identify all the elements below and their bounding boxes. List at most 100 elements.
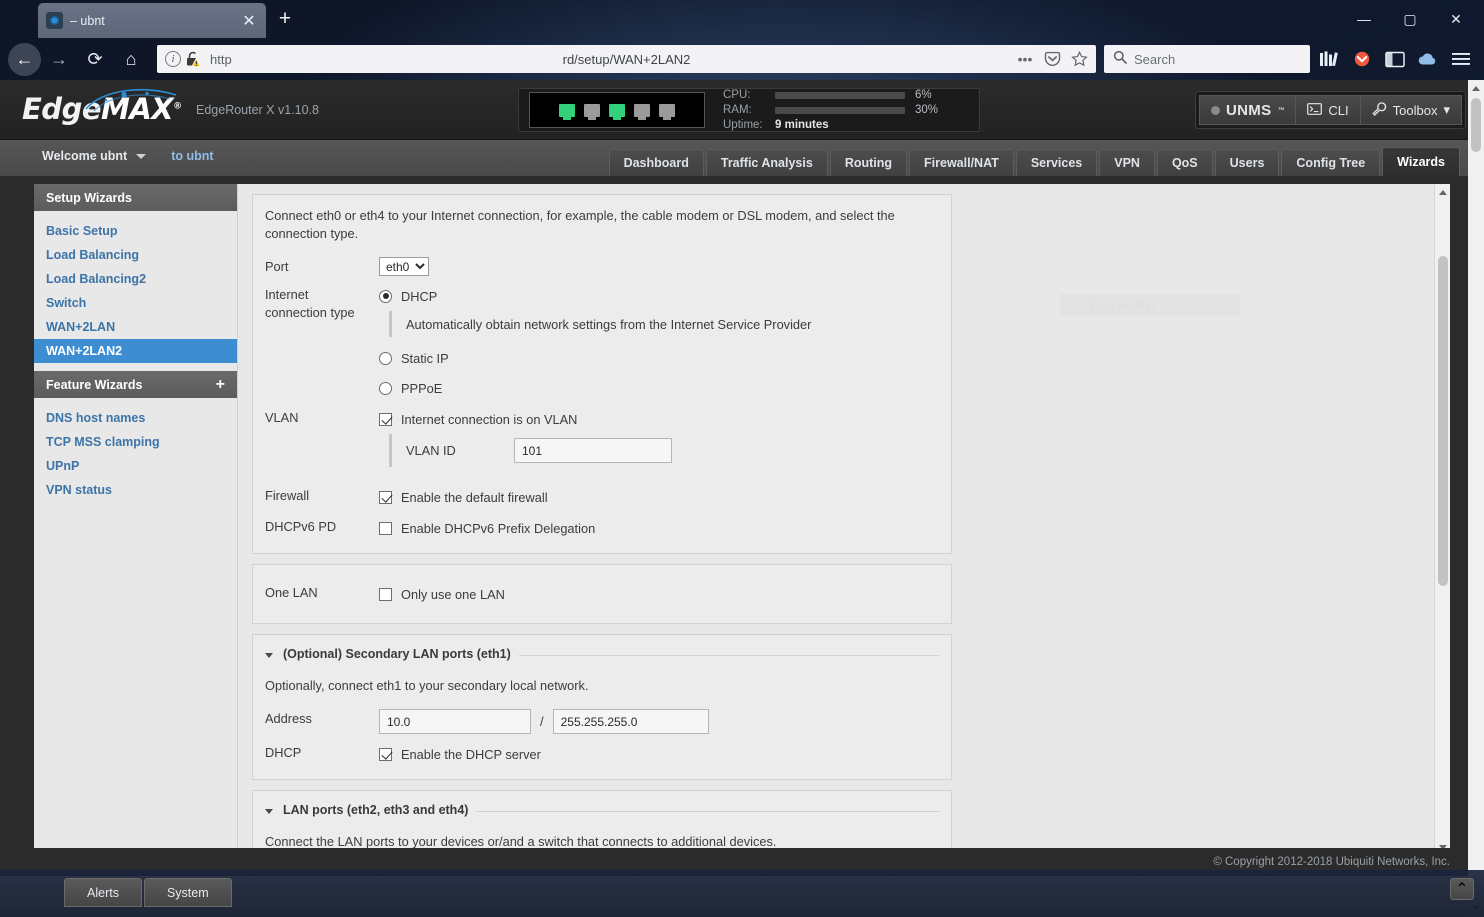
alerts-button[interactable]: Alerts <box>64 878 142 907</box>
address-bar[interactable]: http rd/setup/WAN+2LAN2 ••• <box>157 45 1096 73</box>
browser-tab[interactable]: – ubnt ✕ <box>38 3 266 38</box>
tab-routing[interactable]: Routing <box>829 149 908 176</box>
sidebar-feature-tcp-mss-clamping[interactable]: TCP MSS clamping <box>34 430 237 454</box>
insecure-lock-warning-icon[interactable] <box>186 51 202 68</box>
collapse-triangle-icon[interactable] <box>265 652 273 658</box>
secondary-lan-section: (Optional) Secondary LAN ports (eth1) Op… <box>252 634 952 780</box>
unms-button[interactable]: UNMS ™ <box>1199 95 1297 125</box>
home-icon[interactable]: ⌂ <box>113 42 149 76</box>
static-ip-radio[interactable] <box>379 351 392 365</box>
dhcp-radio-row[interactable]: DHCP <box>379 285 939 307</box>
vlan-checkbox-row[interactable]: Internet connection is on VLAN <box>379 408 939 430</box>
one-lan-checkbox-label: Only use one LAN <box>401 586 505 602</box>
content-wrapper: Setup Wizards Basic Setup Load Balancing L… <box>34 184 1450 856</box>
static-ip-radio-row[interactable]: Static IP <box>379 347 939 369</box>
tab-wizards[interactable]: Wizards <box>1382 147 1460 176</box>
port-eth1-indicator <box>584 103 600 120</box>
pocket-account-icon[interactable] <box>1351 48 1373 70</box>
dhcpv6-checkbox-label: Enable DHCPv6 Prefix Delegation <box>401 520 596 536</box>
port-eth2-indicator <box>609 103 625 120</box>
sidebar-feature-vpn-status[interactable]: VPN status <box>34 478 237 502</box>
page-scroll-thumb[interactable] <box>1471 98 1481 152</box>
system-button[interactable]: System <box>143 878 232 907</box>
sync-cloud-icon[interactable] <box>1417 48 1439 70</box>
firewall-checkbox[interactable] <box>379 490 392 504</box>
secondary-lan-dhcp-checkbox-row[interactable]: Enable the DHCP server <box>379 743 939 765</box>
one-lan-checkbox-row[interactable]: Only use one LAN <box>379 583 939 605</box>
cli-button[interactable]: CLI <box>1296 95 1361 125</box>
vlan-id-input[interactable] <box>514 438 672 463</box>
ram-value: 30% <box>915 103 939 116</box>
browser-search-box[interactable]: Search <box>1104 45 1310 73</box>
welcome-menu[interactable]: Welcome ubnt to ubnt <box>42 149 214 163</box>
minimize-icon[interactable]: — <box>1342 5 1386 33</box>
sidebar-feature-dns-host-names[interactable]: DNS host names <box>34 406 237 430</box>
page-vertical-scrollbar[interactable] <box>1468 80 1484 917</box>
menu-icon[interactable] <box>1450 48 1472 70</box>
port-select[interactable]: eth0eth4 <box>379 257 429 276</box>
scroll-up-arrow-icon[interactable] <box>1435 184 1450 201</box>
back-icon[interactable]: ← <box>8 42 41 76</box>
vlan-checkbox[interactable] <box>379 412 392 426</box>
edgemax-logo: EdgeMAX® <box>22 88 192 124</box>
forward-icon[interactable]: → <box>41 42 77 76</box>
info-icon[interactable] <box>165 51 181 67</box>
static-ip-label: Static IP <box>401 350 449 366</box>
sidebar-item-switch[interactable]: Switch <box>34 291 237 315</box>
sidebar-feature-upnp[interactable]: UPnP <box>34 454 237 478</box>
sidebar-item-load-balancing2[interactable]: Load Balancing2 <box>34 267 237 291</box>
form-vertical-scrollbar[interactable] <box>1434 184 1450 856</box>
dhcpv6-checkbox-row[interactable]: Enable DHCPv6 Prefix Delegation <box>379 517 939 539</box>
one-lan-checkbox[interactable] <box>379 587 392 601</box>
tab-config-tree[interactable]: Config Tree <box>1281 149 1381 176</box>
tab-services[interactable]: Services <box>1015 149 1098 176</box>
toolbox-button[interactable]: Toolbox ▾ <box>1360 95 1462 125</box>
tab-firewall-nat[interactable]: Firewall/NAT <box>909 149 1014 176</box>
connection-type-label-line2: connection type <box>265 305 355 320</box>
sidebar-icon[interactable] <box>1384 48 1406 70</box>
uptime-label: Uptime: <box>723 118 763 131</box>
sidebar-item-basic-setup[interactable]: Basic Setup <box>34 219 237 243</box>
reload-icon[interactable]: ⟳ <box>77 42 113 76</box>
sidebar-item-wan-2lan[interactable]: WAN+2LAN <box>34 315 237 339</box>
sidebar-item-wan-2lan2[interactable]: WAN+2LAN2 <box>34 339 237 363</box>
page-actions-icon[interactable]: ••• <box>1016 50 1034 68</box>
scroll-thumb[interactable] <box>1438 256 1448 586</box>
pppoe-radio-row[interactable]: PPPoE <box>379 377 939 399</box>
secondary-lan-netmask-input[interactable] <box>552 709 709 734</box>
add-feature-wizard-button[interactable]: + <box>216 376 225 393</box>
close-window-icon[interactable]: ✕ <box>1434 5 1478 33</box>
firewall-row: Firewall Enable the default firewall <box>265 486 939 508</box>
port-eth4-indicator <box>659 103 675 120</box>
new-tab-button[interactable]: + <box>272 7 298 33</box>
secondary-lan-dhcp-checkbox[interactable] <box>379 747 392 761</box>
pocket-icon[interactable] <box>1043 50 1061 68</box>
setup-wizards-title: Setup Wizards <box>46 190 133 205</box>
close-tab-icon[interactable]: ✕ <box>240 12 258 30</box>
secondary-lan-address-input[interactable] <box>379 709 531 734</box>
maximize-icon[interactable]: ▢ <box>1388 5 1432 33</box>
toolbox-label: Toolbox <box>1392 102 1438 118</box>
dhcpv6-checkbox[interactable] <box>379 521 392 535</box>
secondary-lan-dhcp-row: DHCP Enable the DHCP server <box>265 743 939 765</box>
library-icon[interactable] <box>1318 48 1340 70</box>
browser-tab-strip: – ubnt ✕ + — ▢ ✕ <box>0 0 1484 38</box>
tab-vpn[interactable]: VPN <box>1099 149 1155 176</box>
scroll-to-top-button[interactable]: ⌃ <box>1450 878 1474 900</box>
sidebar-item-load-balancing[interactable]: Load Balancing <box>34 243 237 267</box>
pppoe-radio[interactable] <box>379 381 392 395</box>
welcome-label: Welcome ubnt <box>42 149 128 163</box>
firewall-checkbox-row[interactable]: Enable the default firewall <box>379 486 939 508</box>
tab-traffic-analysis[interactable]: Traffic Analysis <box>705 149 828 176</box>
secondary-lan-legend: (Optional) Secondary LAN ports (eth1) <box>283 647 511 661</box>
uptime-metric-row: Uptime: 9 minutes <box>723 118 938 133</box>
tab-dashboard[interactable]: Dashboard <box>608 149 704 176</box>
ram-bar <box>775 106 905 114</box>
star-icon[interactable] <box>1070 50 1088 68</box>
collapse-triangle-icon[interactable] <box>265 808 273 814</box>
tab-qos[interactable]: QoS <box>1156 149 1213 176</box>
page-scroll-up-icon[interactable] <box>1468 80 1484 97</box>
tab-users[interactable]: Users <box>1214 149 1280 176</box>
port-status-display <box>529 92 705 128</box>
dhcp-radio[interactable] <box>379 289 392 303</box>
